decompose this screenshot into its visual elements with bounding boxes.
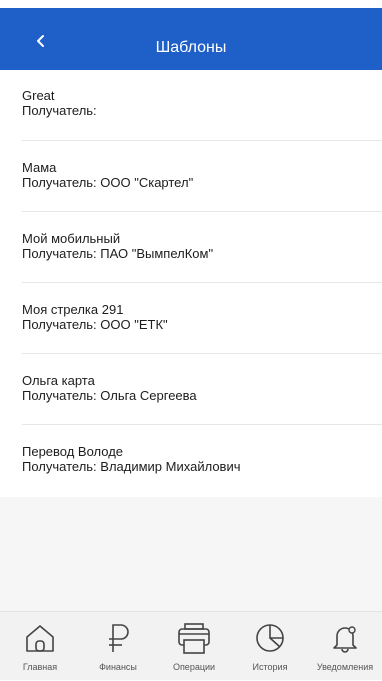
template-item[interactable]: Great Получатель: (0, 70, 382, 141)
tab-label: Финансы (99, 662, 137, 672)
template-recipient: Получатель: ПАО "ВымпелКом" (22, 246, 214, 261)
tab-label: Уведомления (316, 662, 374, 672)
tab-history[interactable]: История (232, 612, 308, 681)
template-item[interactable]: Ольга карта Получатель: Ольга Сергеева (0, 354, 382, 425)
bell-icon (333, 626, 357, 653)
template-name: Great (22, 88, 55, 103)
template-recipient: Получатель: ООО "Скартел" (22, 175, 194, 190)
tab-label: История (252, 662, 288, 672)
empty-area (0, 497, 382, 611)
top-edge-fragment (0, 0, 382, 8)
template-item[interactable]: Моя стрелка 291 Получатель: ООО "ЕТК" (0, 283, 382, 354)
template-item[interactable]: Мама Получатель: ООО "Скартел" (0, 141, 382, 212)
tab-bar: Главная Финансы Операции История Уведомл… (0, 611, 382, 680)
printer-icon (178, 623, 210, 654)
template-name: Мой мобильный (22, 231, 121, 246)
pie-chart-icon (256, 624, 284, 652)
template-item[interactable]: Мой мобильный Получатель: ПАО "ВымпелКом… (0, 212, 382, 283)
template-recipient: Получатель: Ольга Сергеева (22, 388, 197, 403)
template-recipient: Получатель: (22, 103, 97, 118)
template-name: Перевод Володе (22, 444, 124, 459)
tab-finance[interactable]: Финансы (80, 612, 156, 681)
template-name: Моя стрелка 291 (22, 302, 124, 317)
tab-label: Главная (22, 662, 58, 672)
tab-label: Операции (172, 662, 216, 672)
tab-home[interactable]: Главная (2, 612, 78, 681)
template-name: Ольга карта (22, 373, 95, 388)
navigation-bar: Шаблоны (0, 8, 382, 70)
templates-list: Great Получатель: Мама Получатель: ООО "… (0, 70, 382, 496)
template-recipient: Получатель: Владимир Михайлович (22, 459, 241, 474)
tab-notifications[interactable]: Уведомления (307, 612, 382, 681)
page-title: Шаблоны (155, 39, 227, 56)
template-recipient: Получатель: ООО "ЕТК" (22, 317, 168, 332)
template-name: Мама (22, 160, 57, 175)
home-icon (26, 625, 54, 652)
ruble-icon (109, 624, 129, 652)
tab-operations[interactable]: Операции (156, 612, 232, 681)
template-item[interactable]: Перевод Володе Получатель: Владимир Миха… (0, 425, 382, 496)
